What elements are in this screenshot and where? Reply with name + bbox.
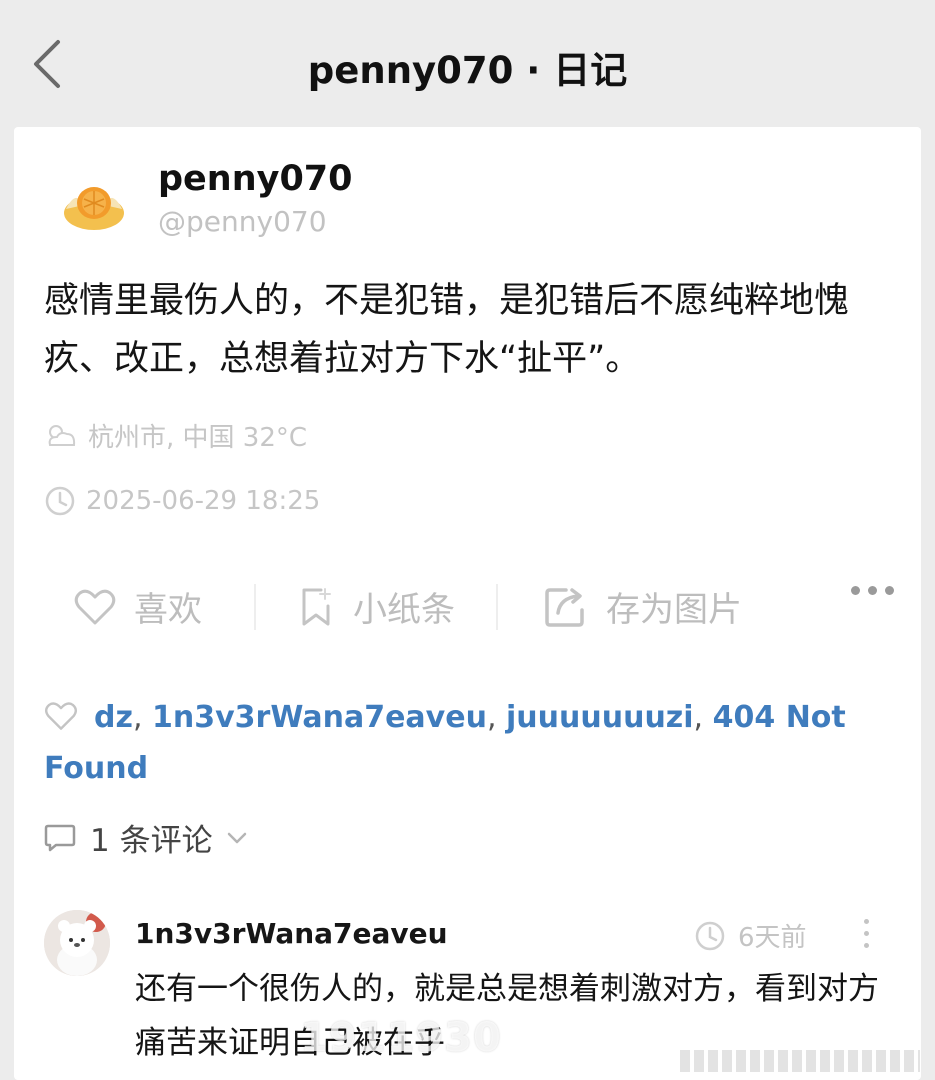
save-as-image-label: 存为图片 [606,590,742,630]
note-label: 小纸条 [353,590,455,630]
more-button[interactable] [851,586,894,595]
post-actions: 喜欢 小纸条 存为图片 [44,582,894,632]
more-dot-icon [885,586,894,595]
comments-toggle[interactable]: 1 条评论 [44,815,247,860]
share-export-icon [545,587,584,627]
more-dot-icon [851,586,860,595]
liker-separator: , [132,700,153,735]
note-bookmark-icon [302,587,331,625]
watermark-bar [680,1050,920,1072]
action-divider [254,584,256,630]
comment-more-button[interactable] [862,919,870,953]
more-dot-icon [863,919,869,924]
like-label: 喜欢 [134,590,202,630]
watermark-text: 1911930 [300,1015,502,1061]
note-button[interactable]: 小纸条 [299,582,455,631]
like-button[interactable]: 喜欢 [74,582,202,631]
chevron-down-icon [227,832,246,843]
author-avatar[interactable] [58,169,130,241]
author-handle: @penny070 [158,205,327,238]
liker-link[interactable]: 1n3v3rWana7eaveu [152,700,487,735]
top-nav-bar: penny070 · 日记 [0,0,935,125]
save-as-image-button[interactable]: 存为图片 [544,582,742,631]
liked-by-list: dz, 1n3v3rWana7eaveu, juuuuuuuzi, 404 No… [44,692,904,794]
comments-count-label: 1 条评论 [90,823,213,859]
author-name[interactable]: penny070 [158,159,353,199]
plush-toy-avatar-icon [44,910,110,976]
post-body: 感情里最伤人的，不是犯错，是犯错后不愿纯粹地愧疚、改正，总想着拉对方下水“扯平”… [44,281,850,379]
orange-avatar-icon [64,187,124,230]
liker-separator: , [486,700,507,735]
heart-outline-icon [45,702,77,730]
comment-author[interactable]: 1n3v3rWana7eaveu [135,917,448,950]
more-dot-icon [863,931,869,936]
location-weather-row: 杭州市, 中国 32°C [44,417,307,454]
clock-icon [45,486,75,516]
heart-outline-icon [74,589,116,624]
comment-timestamp: 6天前 [694,917,807,954]
clock-icon [695,921,725,950]
comment-bubble-icon [44,824,76,851]
comment-time-text: 6天前 [738,923,807,953]
post-card: penny070 @penny070 感情里最伤人的，不是犯错，是犯错后不愿纯粹… [14,127,921,1080]
liker-link[interactable]: juuuuuuuzi [506,700,694,735]
location-weather-text: 杭州市, 中国 32°C [88,423,308,453]
liker-link[interactable]: dz [94,700,133,735]
more-dot-icon [863,943,869,948]
more-dot-icon [868,586,877,595]
action-divider [496,584,498,630]
page-title: penny070 · 日记 [307,49,628,92]
datetime-row: 2025-06-29 18:25 [44,485,320,517]
liker-separator: , [693,700,713,735]
commenter-avatar[interactable] [44,910,110,976]
weather-cloud-icon [48,424,76,446]
post-datetime: 2025-06-29 18:25 [86,486,321,516]
